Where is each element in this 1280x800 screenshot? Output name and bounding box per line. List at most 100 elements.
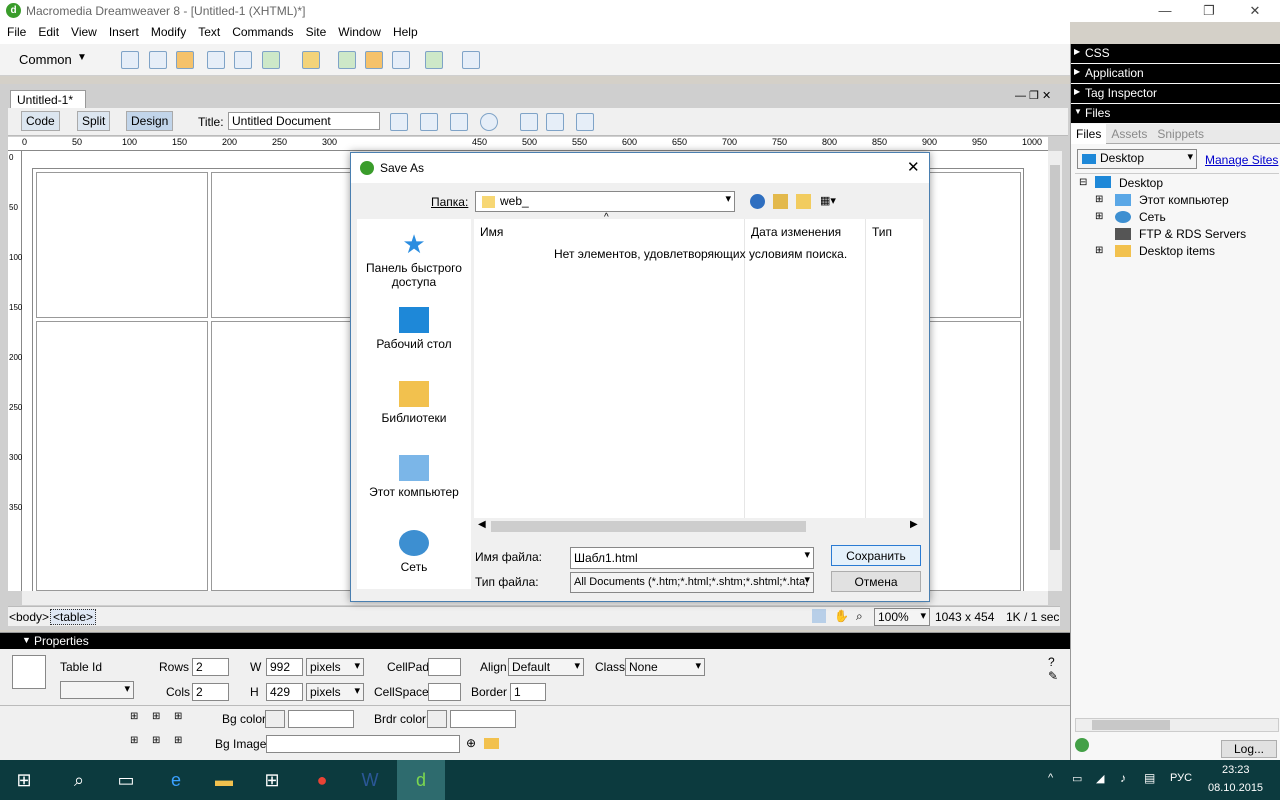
scroll-thumb[interactable] <box>1092 720 1170 730</box>
tree-expander[interactable]: ⊞ <box>1095 211 1103 222</box>
tree-expander[interactable]: ⊟ <box>1079 177 1087 188</box>
place-quick-access[interactable]: ★ Панель быстрого доступа <box>357 231 471 289</box>
files-scrollbar[interactable] <box>1075 718 1279 732</box>
new-folder-icon[interactable] <box>796 194 811 209</box>
menu-site[interactable]: Site <box>299 22 332 39</box>
title-input[interactable] <box>228 112 380 130</box>
place-network[interactable]: Сеть <box>357 530 471 574</box>
layer-icon[interactable] <box>234 51 252 69</box>
view-menu-icon[interactable]: ▦▾ <box>820 194 844 209</box>
edit-icon[interactable]: ✎ <box>1048 669 1058 683</box>
volume-icon[interactable]: ♪ <box>1120 771 1126 785</box>
refresh-icon[interactable] <box>520 113 538 131</box>
back-icon[interactable] <box>750 194 765 209</box>
scroll-left-icon[interactable]: ◀ <box>478 519 486 530</box>
tree-expander[interactable]: ⊞ <box>1095 194 1103 205</box>
vertical-scrollbar[interactable] <box>1048 151 1062 591</box>
chevron-down-icon[interactable]: ▼ <box>77 52 87 63</box>
panel-tag-inspector[interactable]: Tag Inspector <box>1071 84 1280 103</box>
table-cell[interactable] <box>36 172 208 318</box>
doc-window-controls[interactable]: — ❐ ✕ <box>1015 89 1051 102</box>
place-desktop[interactable]: Рабочий стол <box>357 307 471 351</box>
menu-insert[interactable]: Insert <box>102 22 144 39</box>
filetype-select[interactable]: All Documents (*.htm;*.html;*.shtm;*.sht… <box>570 572 814 593</box>
menu-edit[interactable]: Edit <box>31 22 64 39</box>
width-unit-select[interactable]: pixels <box>306 658 364 676</box>
clear-widths-icon[interactable]: ⊞ <box>130 711 138 722</box>
tree-item-ftp[interactable]: FTP & RDS Servers <box>1139 227 1246 241</box>
border-input[interactable]: 1 <box>510 683 546 701</box>
tab-files[interactable]: Files <box>1071 124 1107 144</box>
dialog-close-icon[interactable]: ✕ <box>907 158 920 176</box>
point-to-file-icon[interactable]: ⊕ <box>466 736 476 750</box>
restore-button[interactable]: ❐ <box>1186 0 1232 22</box>
menu-help[interactable]: Help <box>386 22 423 39</box>
hand-tool-icon[interactable]: ✋ <box>834 609 849 623</box>
height-input[interactable]: 429 <box>266 683 303 701</box>
file-list-scrollbar[interactable]: ◀ ▶ <box>474 518 923 534</box>
menu-text[interactable]: Text <box>191 22 225 39</box>
document-tab[interactable]: Untitled-1* <box>10 90 86 108</box>
class-select[interactable]: None <box>625 658 705 676</box>
menu-file[interactable]: File <box>0 22 31 39</box>
align-select[interactable]: Default <box>508 658 584 676</box>
cols-input[interactable]: 2 <box>192 683 229 701</box>
help-icon[interactable]: ? <box>1048 655 1055 669</box>
menu-commands[interactable]: Commands <box>225 22 298 39</box>
convert-percent-icon[interactable]: ⊞ <box>174 735 182 746</box>
menu-window[interactable]: Window <box>331 22 386 39</box>
bgimage-input[interactable] <box>266 735 460 753</box>
table-id-select[interactable] <box>60 681 134 699</box>
rows-input[interactable]: 2 <box>192 658 229 676</box>
named-anchor-icon[interactable] <box>176 51 194 69</box>
bgcolor-input[interactable] <box>288 710 354 728</box>
zoom-select[interactable]: 100% <box>874 608 930 626</box>
templates-icon[interactable] <box>425 51 443 69</box>
tree-item-network[interactable]: Сеть <box>1139 210 1166 224</box>
file-management-icon[interactable] <box>450 113 468 131</box>
file-list[interactable]: Имя ^ Дата изменения Тип Нет элементов, … <box>474 212 923 534</box>
check-errors-icon[interactable] <box>390 113 408 131</box>
convert-pixels-icon[interactable]: ⊞ <box>174 711 182 722</box>
table-cell[interactable] <box>36 321 208 591</box>
save-button[interactable]: Сохранить <box>831 545 921 566</box>
split-view-button[interactable]: Split <box>77 111 111 131</box>
word-icon[interactable]: W <box>346 760 394 800</box>
tree-expander[interactable]: ⊞ <box>1095 245 1103 256</box>
filename-input[interactable]: Шабл1.html <box>570 547 814 569</box>
folder-icon[interactable] <box>484 738 499 749</box>
tree-item-computer[interactable]: Этот компьютер <box>1139 193 1229 207</box>
menu-view[interactable]: View <box>64 22 102 39</box>
tag-chooser-icon[interactable] <box>462 51 480 69</box>
zoom-tool-icon[interactable]: ⌕ <box>856 609 863 624</box>
panel-application[interactable]: Application <box>1071 64 1280 83</box>
menu-modify[interactable]: Modify <box>144 22 191 39</box>
insert-category-dropdown[interactable]: Common <box>19 52 72 67</box>
bgcolor-swatch[interactable] <box>265 710 285 728</box>
chrome-icon[interactable]: ● <box>298 760 346 800</box>
task-view-icon[interactable]: ▭ <box>102 760 150 800</box>
visual-aids-icon[interactable] <box>576 113 594 131</box>
window-size[interactable]: 1043 x 454 <box>935 610 994 624</box>
place-this-pc[interactable]: Этот компьютер <box>357 455 471 499</box>
pointer-tool-icon[interactable] <box>812 609 826 623</box>
cancel-button[interactable]: Отмена <box>831 571 921 592</box>
tree-root[interactable]: Desktop <box>1119 176 1163 190</box>
clear-heights-icon[interactable]: ⊞ <box>152 711 160 722</box>
cellpad-input[interactable] <box>428 658 461 676</box>
code-view-button[interactable]: Code <box>21 111 60 131</box>
height-unit-select[interactable]: pixels <box>306 683 364 701</box>
tab-assets[interactable]: Assets <box>1106 124 1152 144</box>
column-name[interactable]: Имя <box>480 225 503 239</box>
server-side-include-icon[interactable] <box>365 51 383 69</box>
panel-files[interactable]: Files <box>1071 104 1280 123</box>
validate-icon[interactable] <box>420 113 438 131</box>
tag-selector-body[interactable]: <body> <box>9 610 49 624</box>
tag-selector-table[interactable]: <table> <box>50 609 97 625</box>
network-tray-icon[interactable]: ◢ <box>1096 772 1104 785</box>
email-link-icon[interactable] <box>149 51 167 69</box>
tree-item-desktop-items[interactable]: Desktop items <box>1139 244 1215 258</box>
place-libraries[interactable]: Библиотеки <box>357 381 471 425</box>
language-indicator[interactable]: РУС <box>1170 772 1192 784</box>
folder-select[interactable]: web_ <box>475 191 735 212</box>
